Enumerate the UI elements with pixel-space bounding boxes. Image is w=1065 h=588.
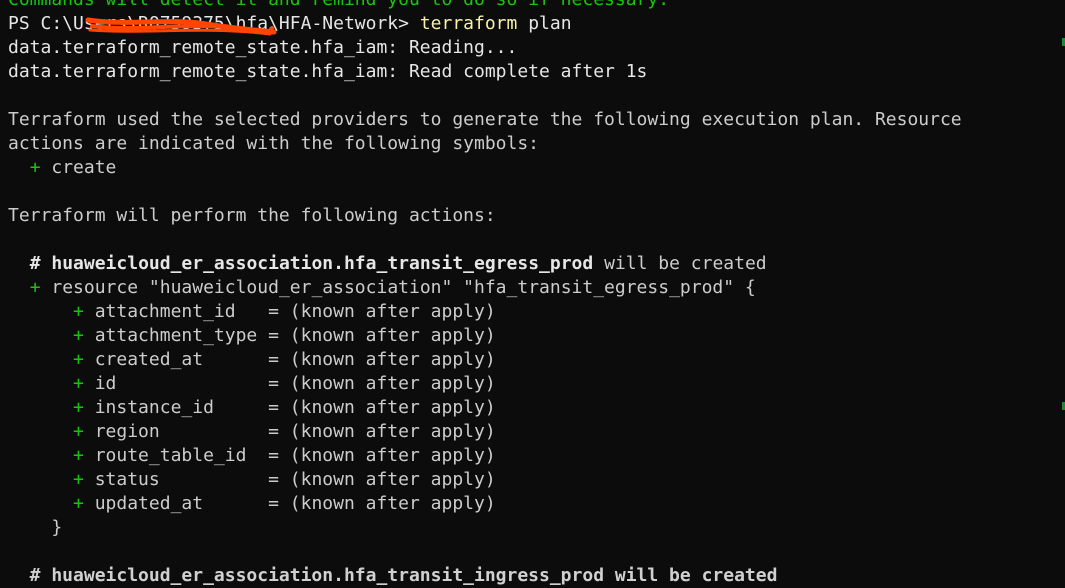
plus-symbol: + xyxy=(73,469,84,490)
closing-brace-line: } xyxy=(8,517,63,538)
resource-comment-line: # huaweicloud_er_association.hfa_transit… xyxy=(8,252,1058,276)
prompt-line: PS C:\Users\RO759375\hfa\HFA-Network> te… xyxy=(8,12,1058,36)
output-line-blank-4 xyxy=(8,540,1058,564)
output-line-blank-3 xyxy=(8,228,1058,252)
attribute-line: + region = (known after apply) xyxy=(73,421,496,442)
attribute-line: + status = (known after apply) xyxy=(73,469,496,490)
attribute-line: + created_at = (known after apply) xyxy=(73,349,496,370)
plus-symbol: + xyxy=(73,397,84,418)
plus-symbol: + xyxy=(73,445,84,466)
plus-symbol: + xyxy=(73,325,84,346)
symbol-legend-create: + create xyxy=(29,157,117,178)
plus-symbol: + xyxy=(29,157,41,178)
resource-action-text: will be created xyxy=(593,253,767,274)
attribute-line: + updated_at = (known after apply) xyxy=(73,493,496,514)
terminal-output[interactable]: Commands will detect it and remind you t… xyxy=(8,0,1058,588)
comment-hash: # xyxy=(29,253,52,274)
attribute-line: + attachment_id = (known after apply) xyxy=(73,301,496,322)
output-line-reading: data.terraform_remote_state.hfa_iam: Rea… xyxy=(8,37,518,58)
output-line-perform: Terraform will perform the following act… xyxy=(8,205,496,226)
attribute-line: + instance_id = (known after apply) xyxy=(73,397,496,418)
terminal-line-partial-top: Commands will detect it and remind you t… xyxy=(8,0,1058,12)
plus-symbol: + xyxy=(73,301,84,322)
output-line-blank xyxy=(8,84,1058,108)
plus-symbol: + xyxy=(73,493,84,514)
output-line-plan-intro: Terraform used the selected providers to… xyxy=(8,109,962,130)
attribute-line: + id = (known after apply) xyxy=(73,373,496,394)
resource-declaration-line: + resource "huaweicloud_er_association" … xyxy=(29,277,756,298)
output-line-blank-2 xyxy=(8,180,1058,204)
prompt-prefix: PS C:\ xyxy=(8,13,74,34)
plus-symbol: + xyxy=(29,277,41,298)
resource-address: huaweicloud_er_association.hfa_transit_e… xyxy=(51,253,594,274)
plus-symbol: + xyxy=(73,373,84,394)
redaction-scribble xyxy=(85,17,277,36)
output-line-read-complete: data.terraform_remote_state.hfa_iam: Rea… xyxy=(8,61,648,82)
plus-symbol: + xyxy=(73,349,84,370)
command-name: terraform xyxy=(419,13,518,34)
attribute-line: + route_table_id = (known after apply) xyxy=(73,445,496,466)
plus-symbol: + xyxy=(73,421,84,442)
command-args: plan xyxy=(517,13,572,34)
output-line-symbols-intro: actions are indicated with the following… xyxy=(8,133,540,154)
attribute-line: + attachment_type = (known after apply) xyxy=(73,325,496,346)
